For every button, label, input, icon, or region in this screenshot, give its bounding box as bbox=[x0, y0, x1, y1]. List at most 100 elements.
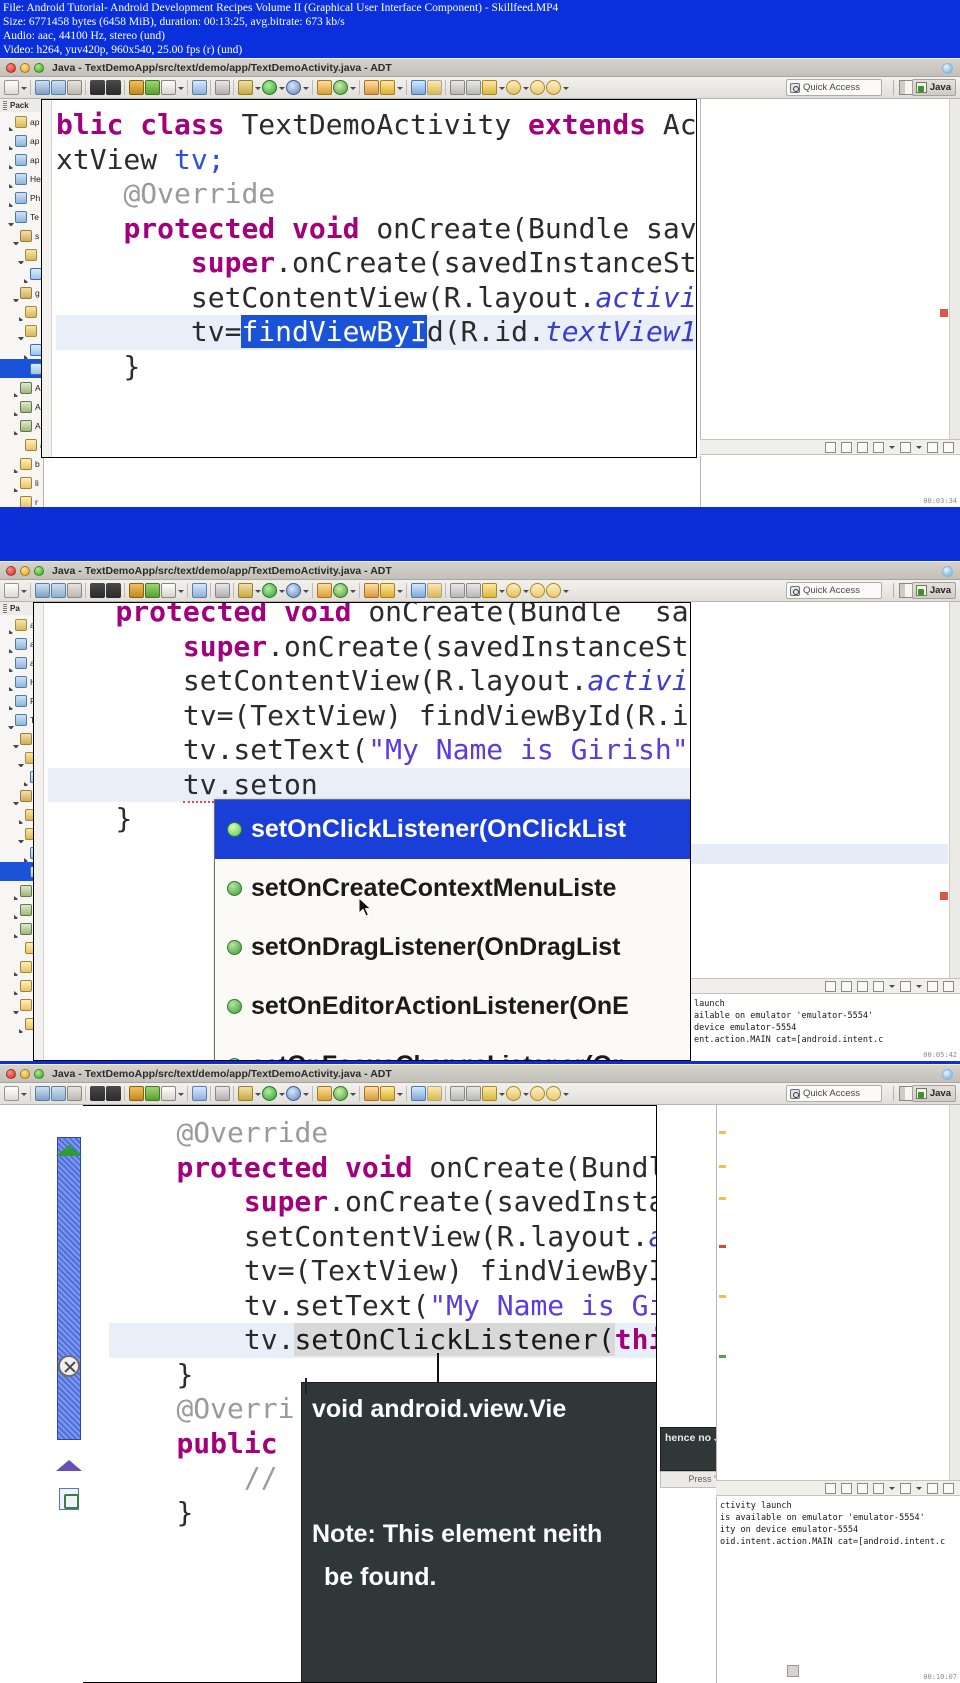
display-console-icon[interactable] bbox=[873, 1482, 884, 1494]
save-all-icon[interactable] bbox=[51, 80, 66, 95]
marker-icon[interactable] bbox=[482, 1086, 497, 1101]
tree-item[interactable]: b bbox=[0, 454, 43, 473]
new-console-icon[interactable] bbox=[857, 441, 868, 453]
autocomplete-item[interactable]: setOnFocusChangeListener(On bbox=[215, 1036, 690, 1060]
new-icon[interactable] bbox=[4, 1086, 19, 1101]
pin-console-icon[interactable] bbox=[900, 980, 911, 992]
main-toolbar[interactable]: Quick Access Java bbox=[0, 1083, 960, 1105]
open-type-icon[interactable] bbox=[364, 583, 379, 598]
external-tools-icon[interactable] bbox=[238, 1086, 253, 1101]
code-line[interactable]: setContentView(R.layout.activity_ bbox=[48, 664, 690, 699]
check-dropdown-icon[interactable] bbox=[177, 81, 184, 95]
android-sdk-icon[interactable] bbox=[145, 583, 160, 598]
close-icon[interactable] bbox=[6, 62, 16, 73]
tree-item[interactable]: a bbox=[0, 435, 43, 454]
pin-icon[interactable] bbox=[215, 80, 230, 95]
tree-item[interactable]: ap bbox=[0, 112, 43, 131]
sdk-dropdown-icon[interactable] bbox=[349, 1087, 356, 1101]
tree-item[interactable] bbox=[0, 767, 33, 786]
pin-icon[interactable] bbox=[215, 583, 230, 598]
code-line[interactable]: } bbox=[56, 350, 696, 385]
minimize-icon[interactable] bbox=[927, 441, 938, 453]
tree-item[interactable]: ap bbox=[0, 653, 33, 672]
package-explorer-2[interactable]: Pa apapapHePhTesgAAAablir bbox=[0, 602, 34, 1061]
forward-dropdown-icon[interactable] bbox=[562, 81, 569, 95]
run-icon[interactable] bbox=[262, 583, 277, 598]
build-icon[interactable] bbox=[129, 583, 144, 598]
forward-icon[interactable] bbox=[546, 583, 561, 598]
tree-item[interactable]: A bbox=[0, 397, 43, 416]
export-icon[interactable] bbox=[106, 80, 121, 95]
quick-access-input[interactable]: Quick Access bbox=[786, 79, 882, 96]
code-line[interactable]: tv=findViewById(R.id.textView1); bbox=[56, 315, 696, 350]
last-edit-icon[interactable] bbox=[506, 583, 521, 598]
pin-icon[interactable] bbox=[215, 1086, 230, 1101]
tree-item[interactable]: g bbox=[0, 283, 43, 302]
main-toolbar[interactable]: Quick Access Java bbox=[0, 77, 960, 99]
tree-item[interactable] bbox=[0, 748, 33, 767]
code-line[interactable]: tv.setOnClickListener(thi bbox=[109, 1323, 656, 1358]
next-annotation-icon[interactable] bbox=[450, 1086, 465, 1101]
previous-annotation-icon[interactable] bbox=[466, 583, 481, 598]
lock-icon[interactable] bbox=[841, 441, 852, 453]
import-icon[interactable] bbox=[90, 583, 105, 598]
maximize-icon[interactable] bbox=[34, 1068, 44, 1079]
autocomplete-item[interactable]: setOnEditorActionListener(OnE bbox=[215, 977, 690, 1036]
avd-manager-icon[interactable] bbox=[411, 583, 426, 598]
back-icon[interactable] bbox=[530, 583, 545, 598]
new-android-icon[interactable] bbox=[317, 1086, 332, 1101]
new-android-icon[interactable] bbox=[317, 80, 332, 95]
run-dropdown-icon[interactable] bbox=[278, 584, 285, 598]
print-icon[interactable] bbox=[67, 80, 82, 95]
lock-icon[interactable] bbox=[841, 980, 852, 992]
code-line[interactable]: protected void onCreate(Bundle saved bbox=[48, 603, 690, 630]
next-annotation-icon[interactable] bbox=[450, 80, 465, 95]
tree-item[interactable]: Te bbox=[0, 207, 43, 226]
code-line[interactable]: super.onCreate(savedInsta bbox=[109, 1185, 656, 1220]
chevron-down-icon[interactable] bbox=[889, 981, 895, 992]
chevron-down-icon[interactable] bbox=[889, 1483, 895, 1494]
external-tools-icon[interactable] bbox=[238, 80, 253, 95]
tree-item[interactable] bbox=[0, 824, 33, 843]
check-icon[interactable] bbox=[161, 80, 176, 95]
sdk-manager-icon[interactable] bbox=[333, 80, 348, 95]
maximize-icon[interactable] bbox=[943, 441, 954, 453]
android-sdk-icon[interactable] bbox=[145, 80, 160, 95]
run-icon[interactable] bbox=[262, 1086, 277, 1101]
quick-access-input[interactable]: Quick Access bbox=[786, 582, 882, 599]
tree-item[interactable]: ap bbox=[0, 150, 43, 169]
save-icon[interactable] bbox=[35, 583, 50, 598]
external-tools-dropdown-icon[interactable] bbox=[254, 81, 261, 95]
code-line[interactable]: super.onCreate(savedInstanceState) bbox=[56, 246, 696, 281]
quick-access-input[interactable]: Quick Access bbox=[786, 1085, 882, 1102]
tree-item[interactable]: A bbox=[0, 881, 33, 900]
drag-handle[interactable] bbox=[3, 101, 7, 110]
save-all-icon[interactable] bbox=[51, 1086, 66, 1101]
pin-console-icon[interactable] bbox=[900, 441, 911, 453]
code-line[interactable]: tv=(TextView) findViewById(R.id.t bbox=[48, 699, 690, 734]
main-toolbar[interactable]: Quick Access Java bbox=[0, 580, 960, 602]
code-line[interactable]: super.onCreate(savedInstanceState bbox=[48, 630, 690, 665]
android-sdk-icon[interactable] bbox=[145, 1086, 160, 1101]
check-icon[interactable] bbox=[161, 1086, 176, 1101]
sdk-dropdown-icon[interactable] bbox=[349, 81, 356, 95]
search-icon[interactable] bbox=[380, 80, 395, 95]
chevron-down-icon[interactable] bbox=[889, 442, 895, 453]
import-icon[interactable] bbox=[90, 1086, 105, 1101]
scrollbar-vertical[interactable] bbox=[949, 1105, 960, 1480]
minimize-icon[interactable] bbox=[927, 1482, 938, 1494]
tree-item[interactable]: li bbox=[0, 976, 33, 995]
code-line[interactable]: protected void onCreate(Bundle savedIn bbox=[56, 212, 696, 247]
pin-console-icon[interactable] bbox=[900, 1482, 911, 1494]
tree-item[interactable] bbox=[0, 321, 43, 340]
tree-item[interactable]: A bbox=[0, 416, 43, 435]
window-controls[interactable] bbox=[6, 62, 44, 73]
last-edit-dropdown-icon[interactable] bbox=[522, 81, 529, 95]
autocomplete-item[interactable]: setOnClickListener(OnClickList bbox=[215, 800, 690, 859]
tree-item[interactable] bbox=[0, 302, 43, 321]
code-line[interactable]: xtView tv; bbox=[56, 143, 696, 178]
autocomplete-item[interactable]: setOnDragListener(OnDragList bbox=[215, 918, 690, 977]
minimize-icon[interactable] bbox=[20, 565, 30, 576]
code-editor-1[interactable]: blic class TextDemoActivity extends Acti… bbox=[41, 99, 697, 458]
new-dropdown-icon[interactable] bbox=[20, 1087, 27, 1101]
